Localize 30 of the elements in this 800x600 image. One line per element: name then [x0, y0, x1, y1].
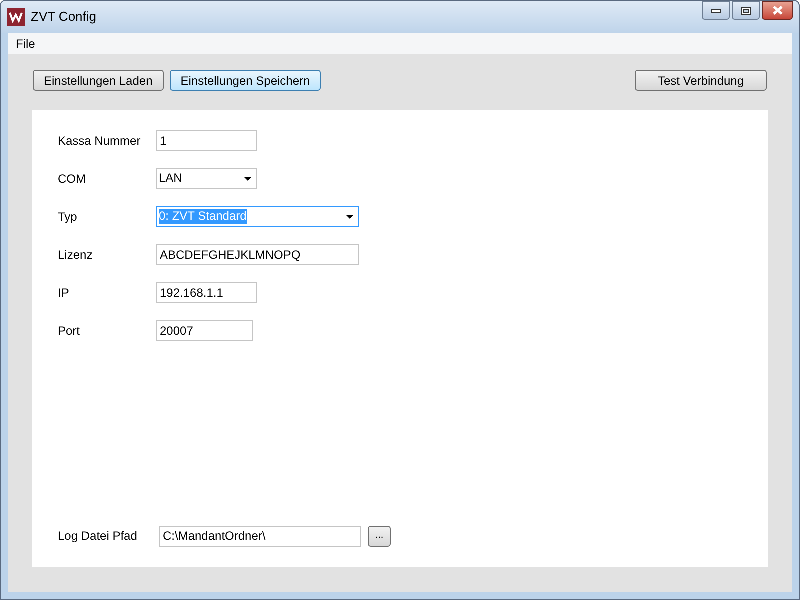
maximize-button[interactable]: [732, 1, 760, 20]
maximize-icon: [741, 6, 751, 14]
input-field[interactable]: C:\MandantOrdner\: [159, 526, 361, 546]
field-label: Log Datei Pfad: [57, 528, 138, 545]
window-title: ZVT Config: [31, 8, 98, 26]
input-field[interactable]: 192.168.1.1: [156, 282, 257, 303]
caret-icon: [346, 214, 354, 218]
toolbar-button[interactable]: Einstellungen Laden: [33, 70, 164, 91]
minimize-icon: [711, 8, 721, 12]
caret-icon: [244, 176, 252, 180]
minimize-button[interactable]: [702, 1, 730, 20]
input-field[interactable]: ABCDEFGHEJKLMNOPQ: [156, 244, 359, 265]
field-label: Typ: [57, 208, 78, 226]
dropdown[interactable]: LAN: [156, 168, 257, 189]
toolbar-button[interactable]: Einstellungen Speichern: [170, 70, 322, 91]
field-label: Lizenz: [57, 246, 94, 264]
input-field[interactable]: 1: [156, 130, 257, 151]
close-button[interactable]: [762, 1, 793, 20]
browse-button[interactable]: ...: [368, 526, 391, 546]
field-label: COM: [57, 170, 87, 188]
app-logo-icon: [7, 8, 25, 26]
field-label: Kassa Nummer: [57, 132, 142, 150]
menu-item[interactable]: File: [16, 34, 36, 52]
toolbar-button[interactable]: Test Verbindung: [635, 70, 767, 91]
input-field[interactable]: 20007: [156, 320, 253, 341]
dropdown-value: 0: ZVT Standard: [159, 209, 247, 224]
field-label: Port: [57, 322, 82, 340]
close-icon: [772, 6, 782, 15]
field-label: IP: [57, 284, 70, 302]
dropdown-value: LAN: [159, 171, 182, 186]
